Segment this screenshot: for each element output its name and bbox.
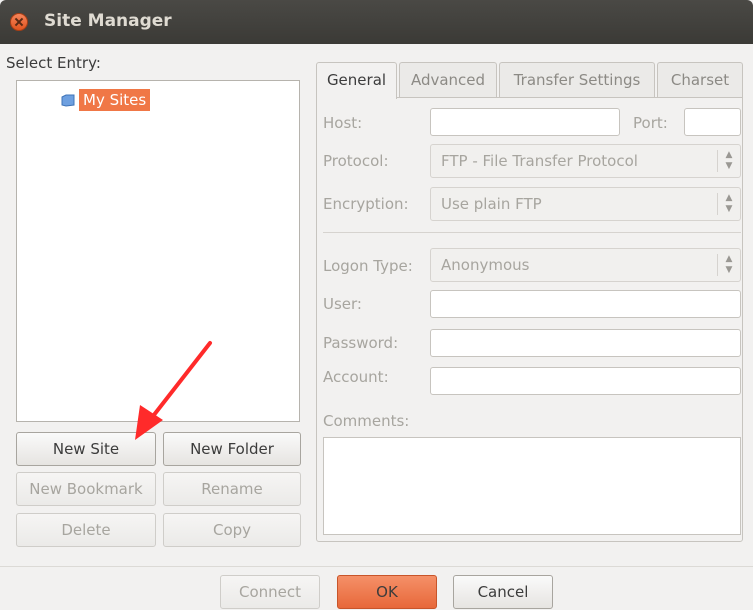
tab-general[interactable]: General xyxy=(316,62,397,99)
